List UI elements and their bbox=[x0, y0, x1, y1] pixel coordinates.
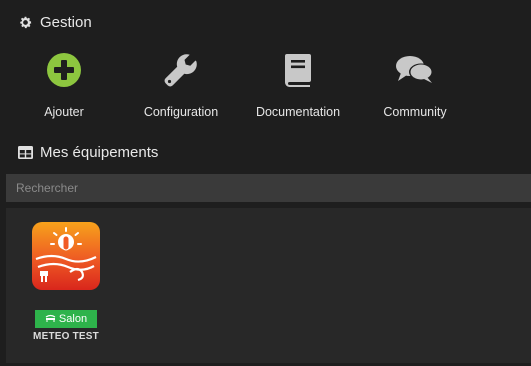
community-label: Community bbox=[383, 105, 447, 119]
room-icon bbox=[45, 312, 56, 326]
add-equipment-button[interactable]: Ajouter bbox=[9, 48, 119, 119]
equipments-section-title: Mes équipements bbox=[18, 144, 158, 161]
room-label: Salon bbox=[58, 313, 88, 325]
configuration-button[interactable]: Configuration bbox=[126, 48, 236, 119]
plus-circle-icon bbox=[45, 48, 83, 92]
equipments-title-label: Mes équipements bbox=[40, 144, 159, 161]
gear-icon bbox=[18, 15, 33, 30]
table-icon bbox=[18, 146, 33, 159]
comments-icon bbox=[394, 48, 436, 92]
documentation-label: Documentation bbox=[255, 105, 341, 119]
equipment-name: METEO TEST bbox=[33, 331, 99, 342]
book-icon bbox=[279, 48, 317, 92]
gestion-actions: Ajouter Configuration Documentation Comm… bbox=[0, 48, 531, 128]
wrench-icon bbox=[162, 48, 200, 92]
room-badge: Salon bbox=[35, 310, 97, 328]
configuration-label: Configuration bbox=[143, 105, 219, 119]
community-button[interactable]: Community bbox=[360, 48, 470, 119]
gestion-section-title: Gestion bbox=[18, 14, 92, 31]
gestion-title-label: Gestion bbox=[40, 14, 92, 31]
equipment-card[interactable]: Salon METEO TEST bbox=[16, 222, 116, 342]
equipment-list: Salon METEO TEST bbox=[6, 208, 531, 363]
search-input[interactable] bbox=[6, 174, 531, 202]
weather-plugin-icon bbox=[32, 222, 100, 290]
add-label: Ajouter bbox=[44, 105, 84, 119]
documentation-button[interactable]: Documentation bbox=[243, 48, 353, 119]
